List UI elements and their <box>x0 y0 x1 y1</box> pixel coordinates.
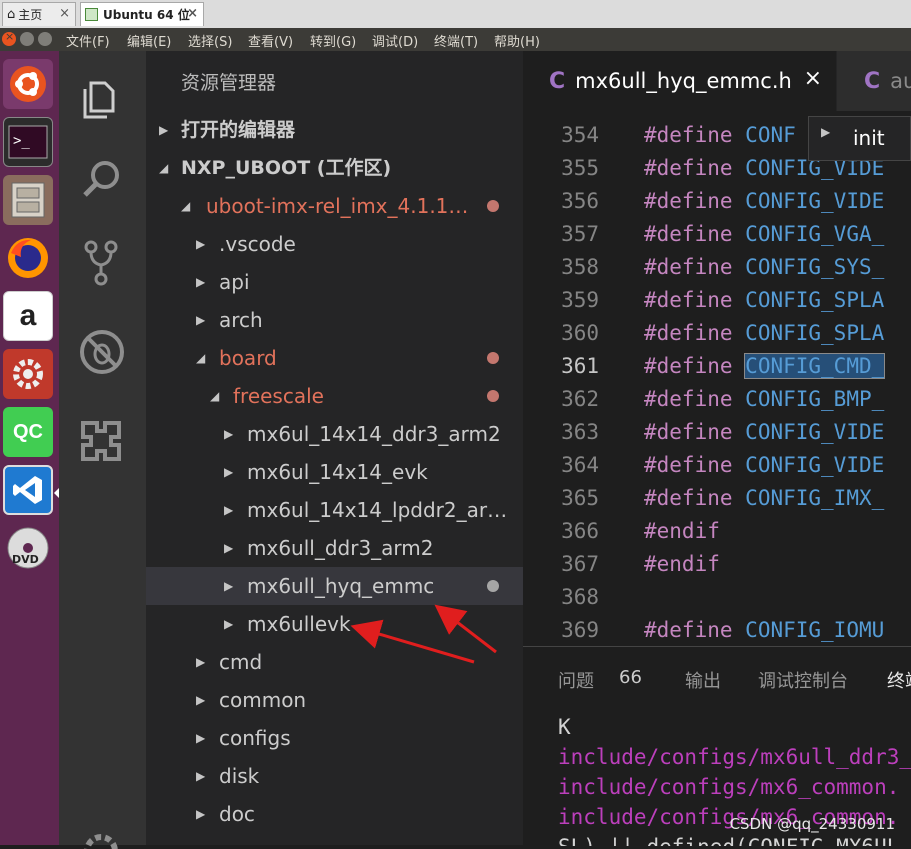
arrow-to-mx6ullevk <box>350 619 475 664</box>
annotation-arrows <box>350 604 497 664</box>
arrow-to-hyq-emmc <box>434 604 497 654</box>
